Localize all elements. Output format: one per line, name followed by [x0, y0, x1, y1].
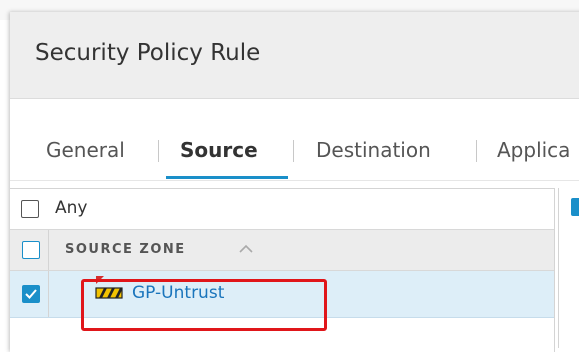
- highlight-annotation: [81, 279, 327, 331]
- any-label: Any: [55, 198, 88, 218]
- row-checkbox[interactable]: [22, 285, 40, 303]
- tab-general[interactable]: General: [46, 138, 125, 162]
- tab-application[interactable]: Applica: [497, 138, 570, 162]
- select-all-checkbox[interactable]: [22, 241, 40, 259]
- dialog-header: Security Policy Rule: [10, 12, 579, 99]
- active-tab-indicator: [166, 176, 288, 179]
- any-checkbox[interactable]: [21, 200, 39, 218]
- tab-separator: [476, 140, 477, 162]
- any-row: Any: [10, 189, 554, 230]
- column-divider: [48, 230, 49, 270]
- source-zone-header-row: SOURCE ZONE: [10, 230, 554, 271]
- tab-source[interactable]: Source: [180, 138, 258, 162]
- adjacent-panel-checkbox[interactable]: [571, 198, 579, 216]
- checkmark-icon: [25, 289, 37, 299]
- source-zone-column-header[interactable]: SOURCE ZONE: [65, 242, 186, 257]
- tab-destination[interactable]: Destination: [316, 138, 431, 162]
- dialog-title: Security Policy Rule: [35, 40, 261, 66]
- tab-bar: General Source Destination Applica: [10, 110, 579, 181]
- column-divider: [48, 271, 49, 317]
- tab-separator: [293, 140, 294, 162]
- sort-ascending-icon[interactable]: [238, 242, 254, 256]
- tab-separator: [158, 140, 159, 162]
